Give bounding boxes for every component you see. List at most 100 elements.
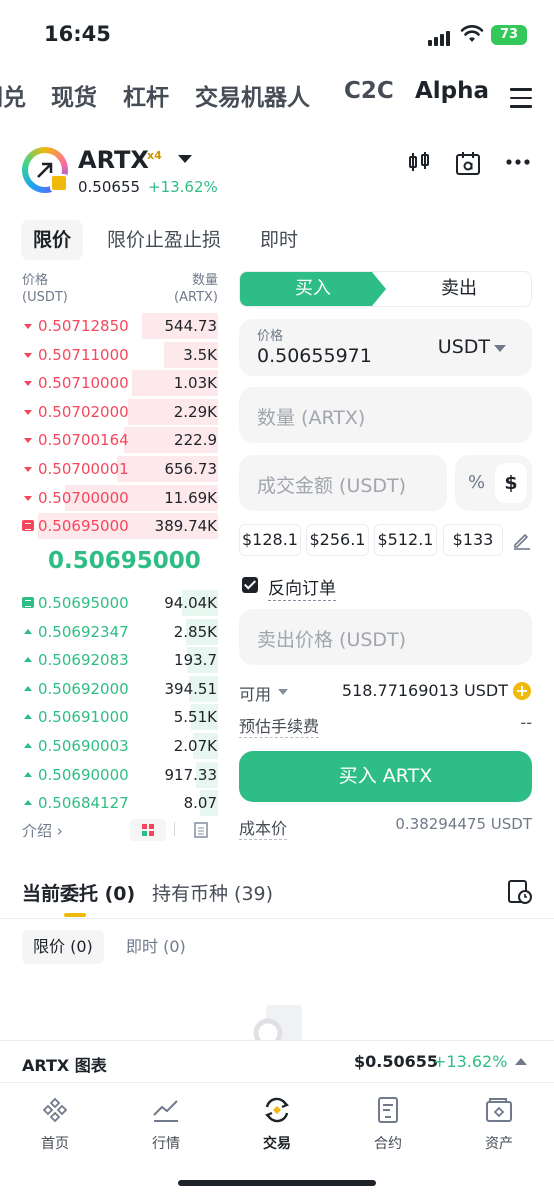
amount-button-1[interactable]: $128.1 (239, 524, 301, 556)
reverse-order-label[interactable]: 反向订单 (268, 574, 336, 601)
bid-price: 0.50690000 (38, 765, 129, 784)
bid-row[interactable]: 0.50690003 2.07K (22, 733, 218, 759)
total-input[interactable]: 成交金额 (USDT) (239, 455, 447, 511)
amount-button-3[interactable]: $512.1 (374, 524, 437, 556)
bid-row[interactable]: 0.50692347 2.85K (22, 618, 218, 645)
mid-price[interactable]: 0.50695000 (48, 548, 201, 574)
bid-quantity: 2.85K (173, 622, 217, 641)
price-input[interactable]: 价格 0.50655971 USDT (239, 319, 532, 376)
book-view-list-icon[interactable] (183, 819, 219, 841)
bid-row[interactable]: 0.50684127 8.07 (22, 790, 218, 817)
ask-row[interactable]: 0.50712850 544.73 (22, 313, 218, 339)
chevron-down-icon[interactable] (494, 345, 506, 352)
available-label[interactable]: 可用 (239, 681, 271, 705)
home-indicator (178, 1180, 376, 1186)
battery-indicator: 73 (491, 25, 527, 45)
more-icon[interactable] (506, 158, 530, 166)
bottom-nav-trade-label: 交易 (263, 1136, 291, 1152)
add-funds-icon[interactable]: + (513, 682, 531, 700)
bottom-nav-home-label: 首页 (41, 1136, 69, 1152)
bid-quantity: 917.33 (164, 765, 218, 784)
bottom-nav-futures[interactable]: 合约 (348, 1095, 428, 1153)
intro-link[interactable]: 介绍 › (22, 820, 63, 841)
order-history-icon[interactable] (507, 879, 533, 905)
ask-row[interactable]: 0.50700001 656.73 (22, 456, 218, 482)
multiplier-badge: x4 (147, 149, 162, 162)
nav-tab-convert[interactable]: 闪兑 (0, 78, 26, 112)
buy-tab[interactable]: 买入 (240, 272, 386, 306)
nav-tab-trading-bots[interactable]: 交易机器人 (195, 78, 310, 112)
nav-tab-spot[interactable]: 现货 (51, 78, 97, 112)
fee-label: 预估手续费 (239, 713, 320, 738)
chart-bar[interactable]: ARTX 图表 $0.50655 +13.62% (0, 1040, 554, 1082)
subtab-limit[interactable]: 限价 (0) (22, 930, 104, 964)
up-triangle-icon (24, 714, 32, 720)
bid-row[interactable]: 0.50691000 5.51K (22, 704, 218, 731)
token-symbol[interactable]: ARTX (78, 146, 149, 174)
amount-button-4[interactable]: $133 (443, 524, 503, 556)
bid-price: 0.50691000 (38, 708, 129, 727)
ask-row[interactable]: 0.50700000 11.69K (22, 484, 218, 511)
up-triangle-icon (24, 743, 32, 748)
ask-row[interactable]: 0.50700164 222.9 (22, 427, 218, 454)
quantity-input[interactable]: 数量 (ARTX) (239, 387, 532, 443)
bid-row[interactable]: 0.50692000 394.51 (22, 675, 218, 702)
bottom-nav-home[interactable]: 首页 (15, 1095, 95, 1153)
edit-icon[interactable] (512, 530, 532, 550)
bottom-nav-futures-label: 合约 (374, 1136, 402, 1152)
candlestick-icon[interactable] (407, 150, 431, 174)
price-unit-select[interactable]: USDT (438, 336, 490, 358)
tab-holdings[interactable]: 持有币种 (39) (152, 879, 273, 906)
chart-bar-change: +13.62% (433, 1052, 508, 1071)
bid-row[interactable]: 0.50690000 917.33 (22, 761, 218, 788)
price-header-label: 价格 (22, 273, 49, 288)
menu-icon[interactable] (510, 88, 532, 114)
bottom-nav-assets[interactable]: 资产 (459, 1095, 539, 1153)
up-triangle-icon (24, 800, 32, 806)
ask-row[interactable]: 0.50695000 389.74K (22, 513, 218, 540)
dollar-toggle[interactable]: $ (495, 463, 527, 503)
ask-price: 0.50695000 (38, 517, 129, 536)
nav-tab-c2c[interactable]: C2C (344, 78, 394, 104)
percent-toggle[interactable]: % (468, 472, 485, 493)
sell-price-input[interactable]: 卖出价格 (USDT) (239, 609, 532, 665)
status-time: 16:45 (44, 22, 111, 46)
down-triangle-icon (24, 324, 32, 329)
tab-open-orders[interactable]: 当前委托 (0) (22, 879, 135, 906)
signal-icon (428, 27, 452, 46)
book-view-both-icon[interactable] (130, 819, 166, 841)
cost-price-label: 成本价 (239, 815, 288, 840)
up-triangle-icon (24, 771, 32, 777)
available-dropdown-icon[interactable] (278, 689, 288, 695)
ask-quantity: 656.73 (164, 460, 218, 478)
reverse-order-checkbox[interactable] (242, 577, 258, 593)
buy-button[interactable]: 买入 ARTX (239, 751, 532, 802)
nav-tab-margin[interactable]: 杠杆 (123, 78, 169, 112)
ask-price: 0.50700000 (38, 488, 129, 507)
ask-row[interactable]: 0.50711000 3.5K (22, 341, 218, 368)
empty-state-illustration (253, 1005, 302, 1041)
wallet-icon (486, 1098, 512, 1122)
subtab-instant[interactable]: 即时 (0) (115, 930, 197, 964)
token-dropdown-icon[interactable] (178, 155, 192, 163)
sell-tab[interactable]: 卖出 (386, 272, 531, 306)
nav-tab-alpha[interactable]: Alpha (415, 78, 489, 104)
bid-row[interactable]: 0.50695000 94.04K (22, 590, 218, 616)
order-type-stop-limit[interactable]: 限价止盈止损 (95, 220, 233, 260)
ask-quantity: 1.03K (173, 374, 217, 393)
bottom-nav-markets[interactable]: 行情 (126, 1095, 206, 1153)
ask-row[interactable]: 0.50710000 1.03K (22, 370, 218, 397)
markets-icon (153, 1100, 178, 1122)
calendar-icon[interactable] (455, 150, 481, 176)
amount-button-2[interactable]: $256.1 (306, 524, 369, 556)
order-type-instant[interactable]: 即时 (248, 220, 310, 260)
expand-up-icon[interactable] (515, 1058, 527, 1065)
orderbook-price-header: 价格 (USDT) (22, 272, 68, 306)
bottom-nav-trade[interactable]: 交易 (237, 1095, 317, 1153)
ask-row[interactable]: 0.50702000 2.29K (22, 398, 218, 425)
wifi-icon (460, 25, 484, 42)
futures-icon (378, 1097, 398, 1123)
bid-row[interactable]: 0.50692083 193.7 (22, 647, 218, 674)
orderbook-qty-header: 数量 (ARTX) (170, 272, 218, 306)
order-type-limit[interactable]: 限价 (21, 220, 84, 260)
